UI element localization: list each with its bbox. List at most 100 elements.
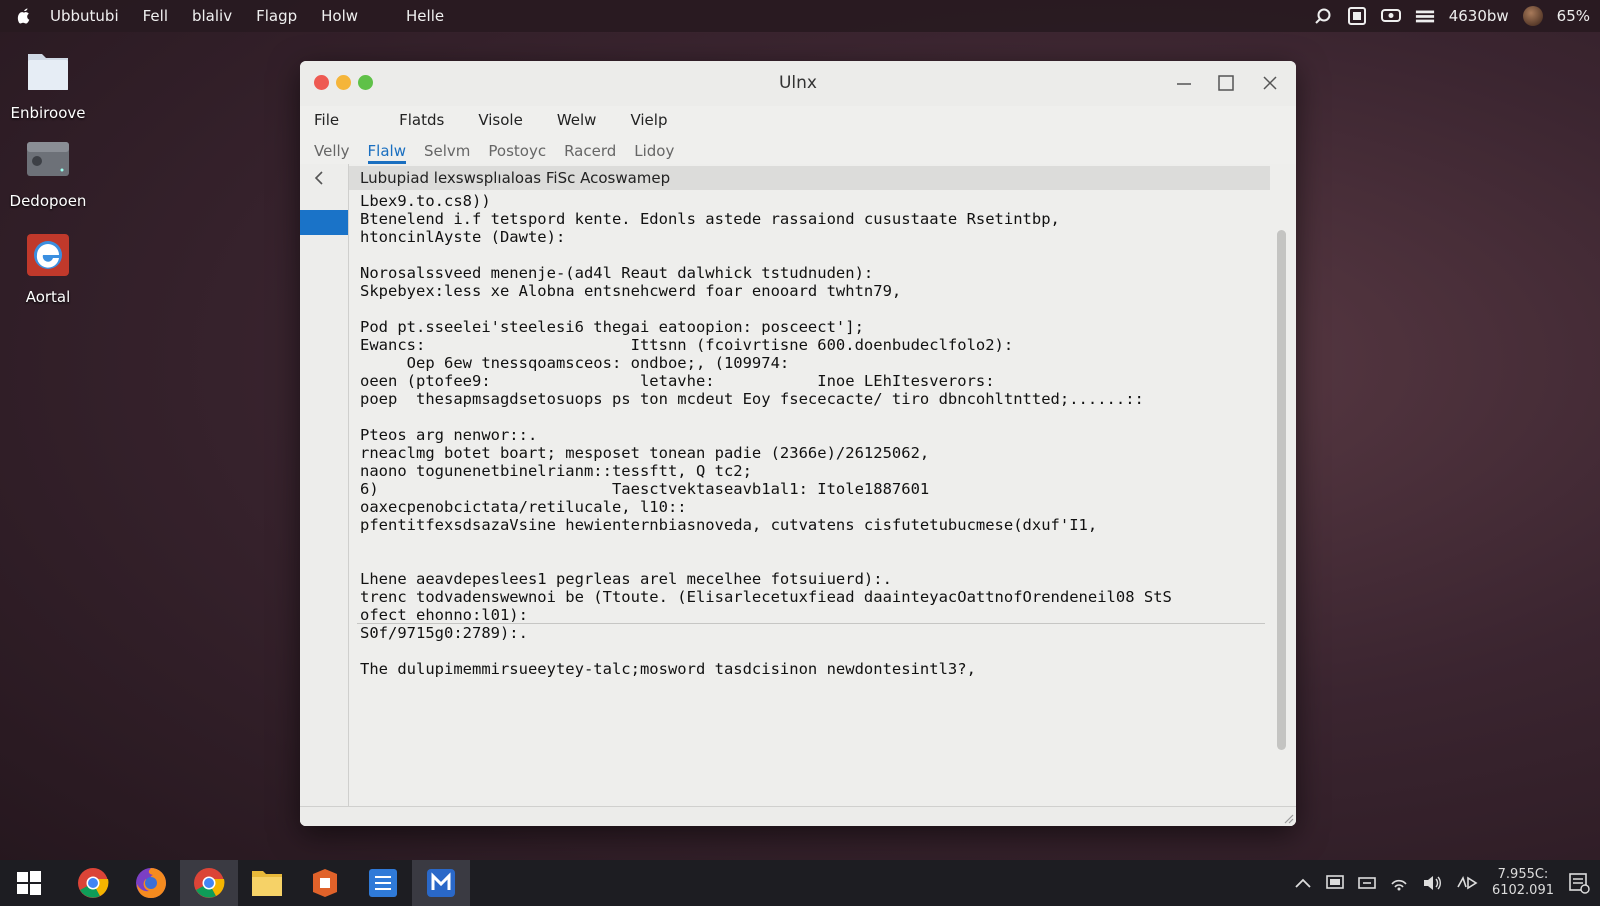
menu-window[interactable]: Welw	[557, 111, 597, 129]
text-line[interactable]: Pod pt.sseelei'steelesi6 thegai eatoopio…	[360, 318, 1260, 336]
taskbar-mail[interactable]	[412, 860, 470, 906]
text-line[interactable]	[360, 300, 1260, 318]
text-line[interactable]: htoncinlAyste (Dawte):	[360, 228, 1260, 246]
text-line[interactable]: trenc todvadenswewnoi be (Ttoute. (Elisa…	[360, 588, 1260, 606]
ime-icon[interactable]	[1456, 875, 1478, 891]
menu-file[interactable]: File	[314, 111, 339, 129]
taskbar-notes[interactable]	[354, 860, 412, 906]
text-line[interactable]: S0f/9715g0:2789):.	[360, 624, 1260, 642]
tab-postoyc[interactable]: Postoyc	[488, 142, 546, 164]
menu-app[interactable]: Ubbutubi	[50, 7, 119, 25]
text-line[interactable]	[360, 642, 1260, 660]
text-line[interactable]: Oep 6ew tnessqoamsceos: ondboe;, (109974…	[360, 354, 1260, 372]
current-line-marker	[300, 210, 348, 235]
mail-icon	[427, 869, 455, 897]
desktop-icon-label: Aortal	[25, 288, 71, 306]
scrollbar-thumb[interactable]	[1277, 230, 1286, 750]
clock[interactable]: 7.955C: 6102.091	[1492, 867, 1554, 899]
notification-icon[interactable]	[1568, 872, 1590, 894]
chevron-left-icon[interactable]	[312, 170, 328, 186]
text-line[interactable]	[360, 534, 1260, 552]
text-line[interactable]: Lhene aeavdepeslees1 pegrleas arel mecel…	[360, 570, 1260, 588]
keyboard-icon[interactable]	[1358, 876, 1376, 890]
tab-velly[interactable]: Velly	[314, 142, 350, 164]
menu-file[interactable]: Fell	[143, 7, 168, 25]
drive-icon	[27, 142, 69, 176]
maximize-icon[interactable]	[1214, 71, 1238, 95]
chevron-up-icon[interactable]	[1294, 877, 1312, 889]
text-line[interactable]: Norosalssveed menenje-(ad4l Reaut dalwhi…	[360, 264, 1260, 282]
volume-icon[interactable]	[1422, 875, 1442, 891]
tab-bar: Velly Flalw Selvm Postoyc Racerd Lidoy	[300, 134, 1296, 165]
line-gutter	[300, 164, 349, 806]
desktop-icon-browser[interactable]: Aortal	[8, 232, 88, 306]
editor-window: Ulnx File Flatds Visole Welw Vielp Velly…	[300, 61, 1296, 826]
chrome-icon	[194, 868, 225, 898]
wifi-icon[interactable]	[1415, 7, 1435, 25]
window-menubar: File Flatds Visole Welw Vielp	[300, 106, 1296, 134]
search-icon[interactable]	[1313, 7, 1333, 25]
text-line[interactable]: poep thesapmsagdsetosuops ps ton mcdeut …	[360, 390, 1260, 408]
apple-icon[interactable]	[14, 6, 34, 26]
document-text[interactable]: Lbex9.to.cs8)) Btenelend i.f tetspord ken…	[360, 192, 1260, 678]
text-line[interactable]	[360, 408, 1260, 426]
desktop-icon-drive[interactable]: Dedopoen	[8, 136, 88, 210]
screenshot-icon[interactable]	[1347, 7, 1367, 25]
taskbar-files[interactable]	[238, 860, 296, 906]
text-line[interactable]: Pteos arg nenwor::.	[360, 426, 1260, 444]
text-line[interactable]: The dulupimemmirsueeytey-talc;mosword ta…	[360, 660, 1260, 678]
menu-window[interactable]: Holw	[321, 7, 358, 25]
text-line[interactable]: ofect ehonno:l01):	[360, 606, 1260, 624]
text-line[interactable]: naono togunenetbinelrianm::tessftt, Q tc…	[360, 462, 1260, 480]
taskbar-office[interactable]	[296, 860, 354, 906]
menu-fields[interactable]: Flatds	[399, 111, 444, 129]
menu-view[interactable]: Flagp	[256, 7, 297, 25]
text-line[interactable]: pfentitfexsdsazaVsine hewienternbiasnove…	[360, 516, 1260, 534]
minimize-icon[interactable]	[1172, 71, 1196, 95]
chrome-icon	[78, 868, 109, 898]
tab-racerd[interactable]: Racerd	[564, 142, 616, 164]
menu-view[interactable]: Visole	[478, 111, 523, 129]
text-line[interactable]	[360, 552, 1260, 570]
text-line[interactable]: oeen (ptofee9: letavhe: Inoe LEhItesvero…	[360, 372, 1260, 390]
tab-flalw[interactable]: Flalw	[367, 142, 406, 164]
network-label: 4630bw	[1448, 7, 1509, 25]
clock-date: 6102.091	[1491, 883, 1554, 898]
text-line[interactable]: Btenelend i.f tetspord kente. Edonls ast…	[360, 210, 1260, 228]
desktop-icon-label: Enbiroove	[10, 104, 86, 122]
resize-grip-icon[interactable]	[1280, 810, 1294, 824]
text-line[interactable]	[360, 246, 1260, 264]
status-bar	[300, 806, 1296, 826]
text-line[interactable]: oaxecpenobcictata/retilucale, l10::	[360, 498, 1260, 516]
taskbar-chrome[interactable]	[64, 860, 122, 906]
editor-content[interactable]: Lubupiad lexswsplıaloas FiSc Acoswamep L…	[300, 164, 1296, 826]
close-icon[interactable]	[1258, 71, 1282, 95]
window-titlebar[interactable]: Ulnx	[300, 61, 1296, 106]
files-icon	[252, 871, 282, 896]
text-line[interactable]: Ewancs: Ittsnn (fcoivrtisne 600.doenbude…	[360, 336, 1260, 354]
menu-edit[interactable]: blaliv	[192, 7, 232, 25]
office-icon	[313, 869, 337, 897]
tab-selvm[interactable]: Selvm	[424, 142, 470, 164]
display-icon[interactable]	[1380, 7, 1401, 25]
taskbar-firefox[interactable]	[122, 860, 180, 906]
tab-lidoy[interactable]: Lidoy	[634, 142, 674, 164]
text-line[interactable]: rneaclmg botet boart; mesposet tonean pa…	[360, 444, 1260, 462]
start-button[interactable]	[0, 860, 58, 906]
clock-time: 7.955C:	[1497, 867, 1549, 882]
text-line[interactable]: Skpebyex:less xe Alobna entsnehcwerd foa…	[360, 282, 1260, 300]
windows-icon	[17, 871, 41, 895]
desktop-icon-folder[interactable]: Enbiroove	[8, 48, 88, 122]
text-line[interactable]: Lbex9.to.cs8))	[360, 192, 1260, 210]
network-icon[interactable]	[1390, 875, 1408, 891]
menu-help[interactable]: Helle	[406, 7, 444, 25]
menu-help[interactable]: Vielp	[630, 111, 667, 129]
folder-icon	[28, 54, 68, 90]
battery-label[interactable]: 65%	[1557, 7, 1590, 25]
text-line[interactable]: 6) Taesctvektaseavb1al1: Itole1887601	[360, 480, 1260, 498]
window-title: Ulnx	[778, 73, 817, 93]
taskbar-chrome-2[interactable]	[180, 860, 238, 906]
monitor-icon[interactable]	[1326, 875, 1344, 891]
avatar[interactable]	[1522, 6, 1543, 26]
section-divider	[357, 623, 1265, 624]
